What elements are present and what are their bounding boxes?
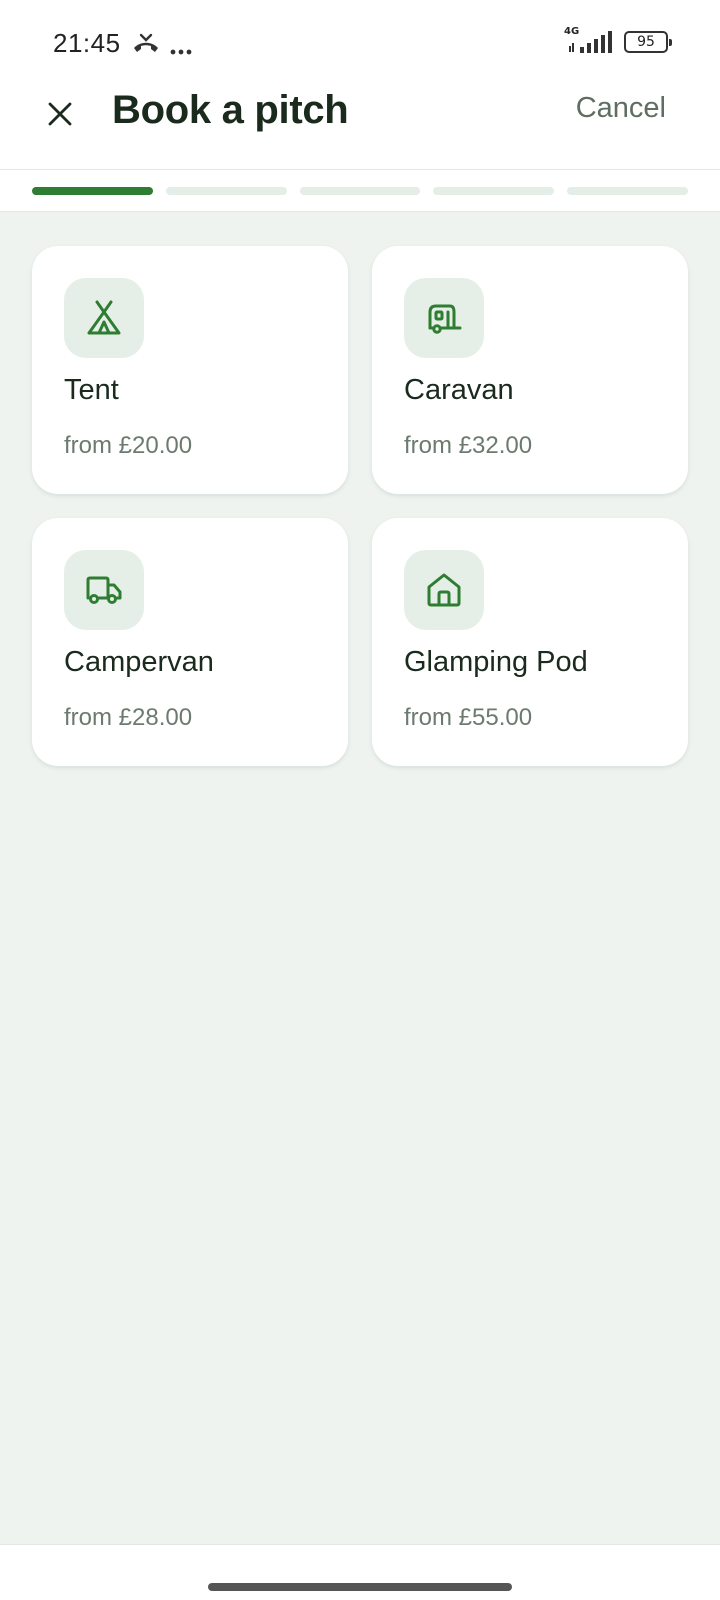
- pitch-price: from £32.00: [404, 432, 533, 459]
- pitch-card-campervan[interactable]: Campervan from £28.00: [32, 518, 348, 766]
- caravan-icon: [404, 278, 484, 358]
- pitch-name: Glamping Pod: [404, 646, 588, 678]
- progress-step-2: [165, 187, 287, 195]
- signal-icon: 4G: [564, 26, 614, 54]
- close-icon: [48, 102, 72, 126]
- battery-icon: 95: [624, 31, 672, 53]
- page-title: Book a pitch: [112, 88, 349, 132]
- progress-step-3: [299, 187, 421, 195]
- pitch-price: from £55.00: [404, 704, 533, 731]
- status-time: 21:45: [53, 28, 121, 58]
- pitch-price: from £20.00: [64, 432, 193, 459]
- pitch-card-glamping-pod[interactable]: Glamping Pod from £55.00: [372, 518, 688, 766]
- pitch-name: Tent: [64, 374, 119, 406]
- content-area: Tent from £20.00 Caravan from £32.00 Cam…: [0, 212, 720, 1544]
- progress-step-1: [32, 187, 153, 195]
- home-icon: [404, 550, 484, 630]
- more-notifications-icon: [170, 42, 192, 60]
- cancel-button[interactable]: Cancel: [576, 92, 666, 125]
- missed-call-icon: [132, 33, 160, 60]
- close-button[interactable]: [40, 94, 80, 134]
- tent-icon: [64, 278, 144, 358]
- status-bar: 21:45 4G 95: [0, 0, 720, 84]
- home-indicator[interactable]: [208, 1583, 512, 1591]
- truck-icon: [64, 550, 144, 630]
- system-nav-bar: [0, 1544, 720, 1600]
- app-header: Book a pitch Cancel: [0, 84, 720, 170]
- pitch-card-caravan[interactable]: Caravan from £32.00: [372, 246, 688, 494]
- pitch-type-grid: Tent from £20.00 Caravan from £32.00 Cam…: [32, 246, 688, 766]
- progress-stepper: [0, 170, 720, 212]
- pitch-name: Campervan: [64, 646, 214, 678]
- pitch-card-tent[interactable]: Tent from £20.00: [32, 246, 348, 494]
- progress-step-5: [567, 187, 688, 195]
- progress-step-4: [433, 187, 555, 195]
- pitch-name: Caravan: [404, 374, 514, 406]
- battery-level: 95: [637, 34, 655, 50]
- pitch-price: from £28.00: [64, 704, 193, 731]
